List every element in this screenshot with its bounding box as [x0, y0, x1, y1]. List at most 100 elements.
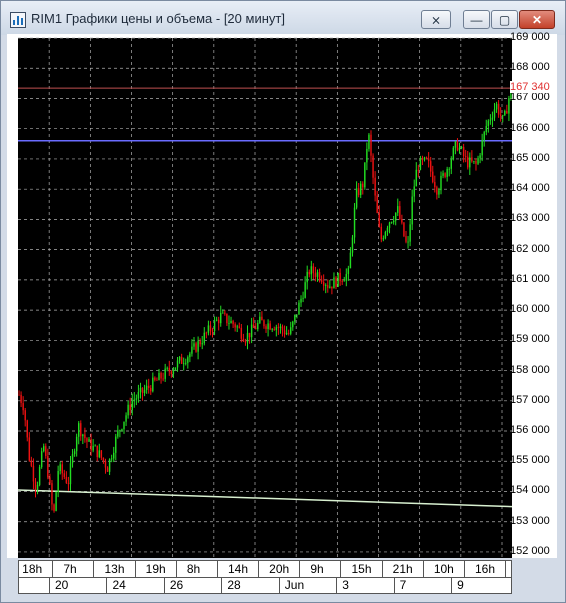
candle-body: [40, 451, 43, 467]
candle-body: [246, 332, 249, 343]
y-tick-label: 164 000: [510, 182, 550, 195]
candle-body: [456, 141, 459, 151]
y-tick-label: 166 000: [510, 121, 550, 134]
candle-body: [86, 438, 88, 442]
candle-body: [419, 157, 422, 170]
candle-body: [287, 332, 290, 334]
candle-body: [359, 183, 362, 195]
candle-body: [263, 320, 265, 327]
candle-body: [259, 316, 261, 323]
candle-body: [473, 160, 475, 162]
candle-body: [166, 367, 168, 369]
close-button[interactable]: ✕: [519, 10, 555, 29]
candle-body: [464, 156, 467, 157]
time-tick-mark: [216, 561, 218, 577]
candle-body: [143, 389, 146, 394]
minimize-button[interactable]: —: [463, 10, 490, 29]
time-tick-label: 14h: [228, 562, 249, 576]
candle-body: [147, 385, 150, 388]
candle-body: [343, 280, 345, 282]
candle-body: [156, 379, 158, 381]
candle-body: [160, 372, 162, 379]
candle-body: [232, 321, 234, 325]
maximize-button[interactable]: ▢: [491, 10, 518, 29]
candle-body: [444, 173, 446, 177]
candle-body: [55, 492, 57, 511]
candle-body: [438, 190, 440, 195]
candle-body: [421, 157, 424, 160]
candle-body: [499, 114, 502, 116]
candle-body: [121, 429, 123, 431]
time-axis: 18h 7h 13h 19h 8h 14h 20h 9h 15h 21h 10h 16h 20 24 26 2…: [18, 560, 512, 594]
candle-body: [110, 458, 113, 460]
candle-body: [409, 224, 411, 242]
time-tick-mark: [52, 561, 54, 577]
candle-body: [277, 327, 280, 329]
candle-body: [436, 187, 438, 195]
candle-body: [440, 175, 442, 191]
candle-body: [222, 312, 224, 314]
time-tick-mark: [463, 561, 465, 577]
candle-body: [462, 147, 465, 157]
candle-body: [189, 353, 191, 358]
candle-body: [382, 238, 385, 240]
candle-body: [427, 158, 430, 162]
candle-body: [117, 430, 119, 437]
y-tick-label: 162 000: [510, 242, 550, 255]
candle-body: [59, 464, 61, 471]
candle-body: [493, 109, 496, 118]
candle-body: [279, 326, 282, 328]
date-tick-mark: [221, 578, 223, 594]
candle-body: [312, 266, 315, 274]
candle-body: [384, 232, 387, 239]
candle-body: [207, 325, 210, 333]
candle-body: [224, 312, 226, 314]
candle-body: [399, 206, 401, 219]
candle-body: [43, 446, 45, 452]
candle-body: [255, 327, 257, 330]
date-tick-mark: [49, 578, 50, 594]
candle-body: [376, 195, 378, 213]
candle-body: [164, 368, 166, 379]
time-tick-label: 7h: [63, 562, 77, 576]
candle-body: [349, 252, 352, 269]
candle-body: [18, 394, 20, 396]
candle-body: [442, 173, 444, 176]
y-tick-label: 167 000: [510, 91, 550, 104]
candle-body: [119, 430, 121, 432]
title-bar[interactable]: RIM1 Графики цены и объема - [20 минут] …: [1, 1, 565, 35]
y-tick-label: 155 000: [510, 454, 550, 467]
candle-body: [314, 273, 317, 277]
y-tick-label: 154 000: [510, 484, 550, 497]
candle-body: [176, 360, 179, 368]
candle-body: [133, 399, 136, 401]
y-tick-label: 157 000: [510, 393, 550, 406]
candle-body: [139, 387, 142, 393]
candle-body: [372, 155, 374, 178]
time-tick-label: 21h: [392, 562, 413, 576]
date-tick-mark: [163, 578, 165, 594]
time-tick-label: 15h: [351, 562, 372, 576]
price-chart[interactable]: [7, 34, 557, 558]
candle-body: [331, 286, 333, 289]
candle-body: [411, 196, 413, 225]
chart-panel[interactable]: [7, 34, 557, 558]
date-tick-label: 24: [112, 578, 126, 592]
y-tick-label: 159 000: [510, 333, 550, 346]
time-tick-mark: [134, 561, 136, 577]
plot-area[interactable]: [18, 38, 512, 558]
time-tick-mark: [93, 561, 95, 577]
candle-body: [65, 477, 68, 483]
candle-body: [481, 139, 483, 156]
date-tick-label: 26: [169, 578, 184, 592]
last-price-label: 167 340: [510, 81, 550, 94]
candle-body: [337, 272, 339, 287]
candle-body: [24, 410, 26, 421]
pin-button[interactable]: ⨯: [421, 10, 451, 29]
candle-body: [502, 115, 504, 116]
candle-body: [485, 126, 487, 132]
time-axis-divider: [19, 577, 511, 578]
candle-body: [98, 450, 101, 458]
time-tick-mark: [175, 561, 177, 577]
candle-body: [141, 387, 144, 394]
